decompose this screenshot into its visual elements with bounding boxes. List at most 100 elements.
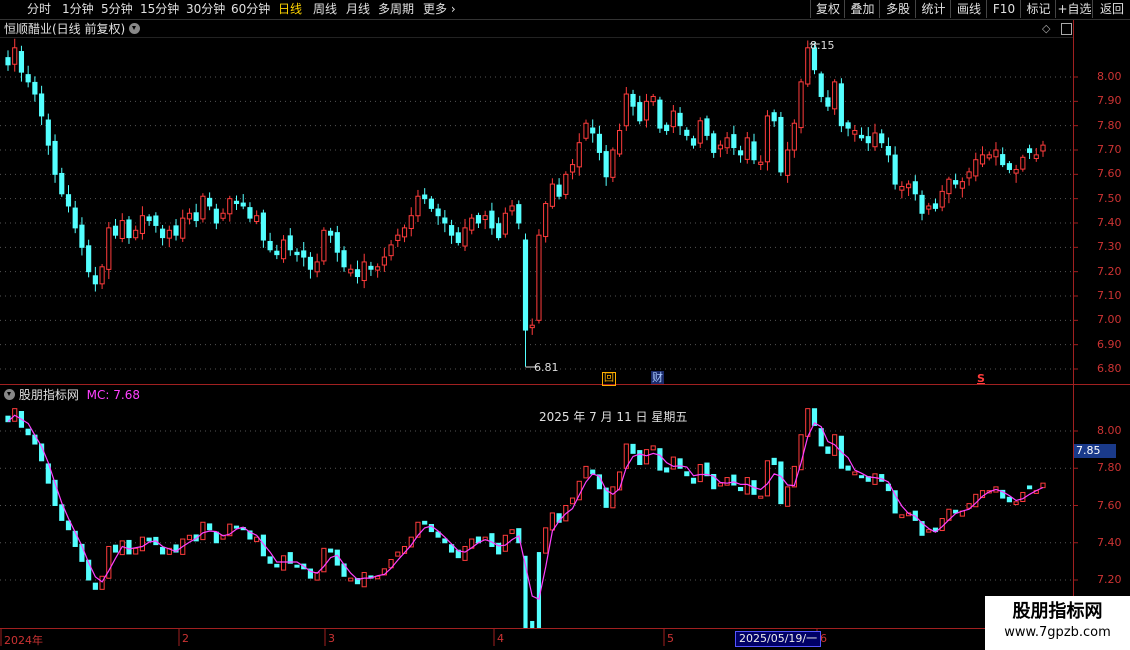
ind-bar-65 [442, 538, 448, 544]
candle-body-84 [569, 164, 576, 173]
finance-event-icon[interactable]: 财 [651, 371, 664, 384]
ind-bar-19 [133, 547, 139, 555]
candle-body-41 [280, 239, 287, 260]
ind-bar-62 [422, 520, 428, 525]
candle-body-67 [455, 232, 461, 243]
ind-bar-126 [852, 471, 858, 476]
candle-body-79 [536, 234, 542, 321]
ind-bar-10 [72, 530, 78, 547]
candle-body-42 [287, 235, 293, 251]
candle-body-47 [321, 229, 327, 262]
candle-body-30 [207, 197, 213, 207]
candle-body-9 [65, 194, 72, 207]
candle-body-13 [92, 275, 98, 285]
candle-body-40 [274, 250, 280, 256]
candle-body-125 [845, 122, 851, 129]
candle-body-105 [711, 133, 717, 153]
ind-bar-95 [643, 449, 650, 465]
candle-body-102 [690, 138, 697, 146]
ind-bar-75 [509, 529, 515, 534]
candle-body-113 [764, 115, 771, 163]
candle-body-24 [166, 229, 172, 239]
candle-body-88 [596, 133, 603, 153]
date-label-1: 2 [182, 632, 189, 645]
candle-body-15 [106, 227, 112, 270]
price-tick-label-11: 6.90 [1097, 337, 1122, 351]
candle-body-60 [408, 215, 414, 229]
candle-body-118 [798, 81, 804, 129]
candle-body-29 [200, 195, 206, 220]
candle-body-76 [516, 204, 522, 224]
candle-body-130 [879, 133, 885, 144]
candle-body-107 [724, 137, 730, 149]
candle-body-61 [415, 195, 421, 217]
candle-body-89 [603, 151, 609, 178]
candle-body-147 [993, 149, 999, 158]
price-tick-label-5: 7.50 [1097, 191, 1122, 205]
candle-body-133 [899, 186, 905, 191]
candle-body-5 [39, 93, 45, 117]
candle-body-123 [832, 81, 838, 110]
candle-body-4 [32, 81, 38, 95]
candle-body-100 [677, 112, 683, 127]
candle-body-116 [785, 149, 791, 176]
ind-bar-103 [697, 464, 703, 483]
price-tick-label-3: 7.70 [1097, 143, 1122, 156]
cursor-date: 2025/05/19/一 [735, 631, 822, 647]
candle-body-31 [213, 208, 219, 224]
candle-body-95 [643, 100, 650, 121]
candle-body-28 [193, 212, 199, 222]
candle-body-140 [946, 178, 952, 195]
candle-body-11 [79, 224, 85, 248]
candle-body-96 [650, 95, 656, 103]
rollback-event-icon[interactable]: 回 [602, 372, 616, 386]
candle-body-63 [428, 198, 434, 209]
candle-body-127 [858, 134, 865, 139]
ind-bar-119 [805, 408, 811, 437]
candle-body-73 [496, 223, 502, 239]
candle-body-81 [549, 183, 555, 207]
ind-bar-137 [926, 529, 932, 533]
date-label-4: 5 [667, 632, 674, 645]
candle-body-36 [247, 207, 253, 219]
ind-bar-150 [1013, 501, 1019, 506]
ind-bar-41 [280, 555, 287, 571]
ind-bar-51 [348, 577, 354, 582]
candle-body-93 [630, 93, 636, 107]
ind-bar-112 [758, 495, 764, 499]
candle-body-144 [973, 159, 979, 177]
candle-body-152 [1026, 148, 1033, 153]
candle-body-54 [368, 265, 374, 270]
kline-chart[interactable] [0, 0, 1130, 650]
ind-bar-27 [186, 534, 193, 541]
candle-body-141 [953, 180, 959, 185]
candle-body-45 [307, 256, 314, 270]
ind-tick-label-2: 7.60 [1097, 498, 1122, 512]
candle-body-74 [502, 212, 508, 235]
candle-body-39 [267, 240, 273, 251]
candle-body-106 [717, 144, 723, 150]
candle-body-122 [825, 97, 831, 107]
ind-bar-107 [724, 477, 730, 486]
candle-body-131 [885, 146, 892, 156]
candle-body-35 [240, 202, 246, 207]
ind-bar-58 [395, 551, 401, 557]
ind-bar-68 [462, 545, 468, 561]
candle-body-94 [637, 102, 643, 122]
candle-body-43 [294, 251, 300, 256]
candle-body-112 [758, 161, 764, 165]
candle-body-19 [133, 229, 139, 239]
ind-bar-14 [99, 575, 105, 590]
ind-bar-3 [25, 428, 31, 436]
ind-bar-114 [771, 457, 777, 466]
ind-bar-129 [872, 473, 878, 485]
candle-body-145 [979, 154, 986, 165]
candle-body-83 [563, 173, 569, 195]
candle-body-14 [99, 266, 105, 285]
candle-body-62 [422, 194, 428, 200]
candle-body-77 [522, 239, 529, 331]
ind-bar-106 [717, 482, 723, 487]
dividend-event-icon[interactable]: S [977, 372, 985, 385]
ind-bar-99 [670, 456, 676, 470]
ind-bar-21 [146, 537, 152, 542]
